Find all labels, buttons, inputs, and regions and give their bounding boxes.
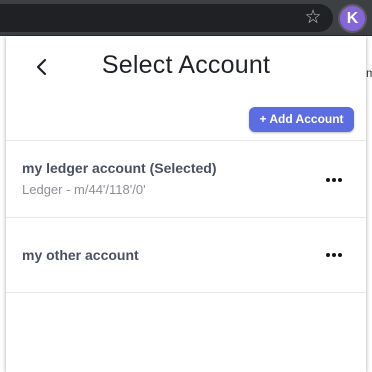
background-page-text: m (366, 66, 372, 80)
more-horizontal-icon[interactable] (322, 172, 346, 188)
account-name: my ledger account (Selected) (22, 160, 217, 176)
account-name: my other account (22, 247, 139, 263)
page-title: Select Account (101, 51, 271, 79)
star-icon[interactable]: ☆ (302, 6, 324, 28)
more-horizontal-icon[interactable] (322, 247, 346, 263)
address-bar[interactable] (0, 4, 333, 32)
select-account-popup: Select Account + Add Account my ledger a… (6, 36, 366, 372)
browser-toolbar: ☆ K (0, 0, 372, 36)
account-item-ledger[interactable]: my ledger account (Selected) Ledger - m/… (6, 141, 366, 216)
popup-header: Select Account (6, 36, 366, 98)
divider (6, 292, 366, 293)
account-derivation-path: Ledger - m/44'/118'/0' (22, 182, 146, 197)
add-account-button[interactable]: + Add Account (249, 107, 354, 132)
extension-avatar-icon[interactable]: K (340, 6, 365, 31)
account-item-other[interactable]: my other account (6, 218, 366, 292)
